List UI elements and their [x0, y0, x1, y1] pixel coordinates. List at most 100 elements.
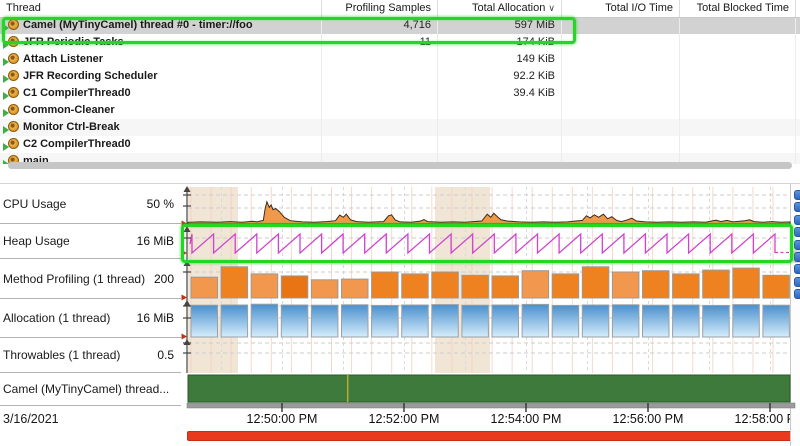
- table-cell: [322, 136, 438, 153]
- table-cell: [438, 119, 562, 136]
- thread-name: JFR Periodic Tasks: [23, 34, 124, 51]
- table-cell: [438, 102, 562, 119]
- method-profiling-bar: [643, 271, 670, 298]
- timeline-row-cpu-usage[interactable]: CPU Usage 50 %: [0, 184, 181, 224]
- table-cell: Monitor Ctrl-Break: [0, 119, 322, 136]
- method-profiling-bar: [311, 280, 338, 298]
- table-cell: Common-Cleaner: [0, 102, 322, 119]
- allocation-bar: [643, 305, 670, 337]
- timeline-row-method-profiling[interactable]: Method Profiling (1 thread) 200: [0, 259, 181, 299]
- table-cell: [562, 17, 680, 34]
- method-profiling-bar: [281, 276, 308, 298]
- table-cell: 149 KiB: [438, 51, 562, 68]
- table-cell: [322, 68, 438, 85]
- table-cell: [562, 68, 680, 85]
- table-cell: [680, 68, 796, 85]
- column-header-thread[interactable]: Thread: [0, 0, 322, 17]
- table-cell: [562, 119, 680, 136]
- column-header-total-allocation[interactable]: Total Allocation ∨: [438, 0, 562, 17]
- table-row[interactable]: Camel (MyTinyCamel) thread #0 - timer://…: [0, 17, 800, 34]
- table-cell: [562, 102, 680, 119]
- allocation-bar: [191, 305, 218, 337]
- profiler-window: Thread Profiling Samples Total Allocatio…: [0, 0, 800, 446]
- table-cell: 174 KiB: [438, 34, 562, 51]
- baseline-marker-icon: [182, 295, 188, 301]
- thread-name: C1 CompilerThread0: [23, 85, 131, 102]
- table-cell: [438, 136, 562, 153]
- allocation-bar: [673, 305, 700, 337]
- thread-name: Camel (MyTinyCamel) thread #0 - timer://…: [23, 17, 253, 34]
- table-cell: [680, 136, 796, 153]
- method-profiling-bar: [221, 267, 248, 298]
- table-horizontal-scrollbar[interactable]: [8, 162, 792, 169]
- column-header-label: Total Allocation: [472, 2, 545, 14]
- thread-icon: [8, 87, 19, 98]
- thread-name: C2 CompilerThread0: [23, 136, 131, 153]
- method-profiling-bar: [552, 274, 579, 298]
- allocation-bar: [733, 305, 760, 337]
- allocation-bar: [372, 305, 399, 337]
- table-row[interactable]: C2 CompilerThread0: [0, 136, 800, 153]
- thread-name: Monitor Ctrl-Break: [23, 119, 120, 136]
- method-profiling-bar: [733, 268, 760, 298]
- row-label: Camel (MyTinyCamel) thread...: [3, 382, 169, 396]
- method-profiling-bar: [402, 274, 429, 298]
- row-axis-tick-label: 50 %: [147, 197, 174, 211]
- timeline-row-allocation[interactable]: Allocation (1 thread) 16 MiB: [0, 299, 181, 338]
- allocation-bar: [763, 305, 790, 337]
- table-row[interactable]: Common-Cleaner: [0, 102, 800, 119]
- table-cell: C2 CompilerThread0: [0, 136, 322, 153]
- allocation-bar: [612, 305, 639, 337]
- allocation-bar: [311, 305, 338, 337]
- row-label: Method Profiling (1 thread): [3, 272, 145, 286]
- table-row[interactable]: C1 CompilerThread0 39.4 KiB: [0, 85, 800, 102]
- table-row[interactable]: Monitor Ctrl-Break: [0, 119, 800, 136]
- method-profiling-bar: [251, 274, 278, 298]
- method-profiling-bar: [462, 275, 489, 298]
- row-label: Heap Usage: [3, 234, 70, 248]
- row-label: Allocation (1 thread): [3, 311, 110, 325]
- timeline-row-throwables[interactable]: Throwables (1 thread) 0.5: [0, 338, 181, 373]
- allocation-bar: [522, 304, 549, 337]
- timeline-row-heap-usage[interactable]: Heap Usage 16 MiB: [0, 224, 181, 259]
- column-header-profiling-samples[interactable]: Profiling Samples: [322, 0, 438, 17]
- table-cell: [680, 85, 796, 102]
- table-row[interactable]: Attach Listener 149 KiB: [0, 51, 800, 68]
- table-cell: [562, 85, 680, 102]
- method-profiling-bar: [612, 272, 639, 298]
- table-cell: 39.4 KiB: [438, 85, 562, 102]
- thread-icon: [8, 70, 19, 81]
- table-cell: 92.2 KiB: [438, 68, 562, 85]
- method-profiling-bar: [372, 272, 399, 298]
- table-cell: [680, 34, 796, 51]
- allocation-bar: [402, 305, 429, 337]
- timeline-panel: CPU Usage 50 % Heap Usage 16 MiB Method …: [0, 183, 800, 446]
- table-cell: [680, 119, 796, 136]
- table-cell: Attach Listener: [0, 51, 322, 68]
- thread-table: Thread Profiling Samples Total Allocatio…: [0, 0, 800, 172]
- sort-descending-icon: ∨: [548, 3, 555, 13]
- time-axis-bar: [187, 403, 795, 408]
- table-cell: [322, 85, 438, 102]
- thread-name: JFR Recording Scheduler: [23, 68, 157, 85]
- timeline-row-camel-thread[interactable]: Camel (MyTinyCamel) thread...: [0, 373, 181, 406]
- column-header-total-io-time[interactable]: Total I/O Time: [562, 0, 680, 17]
- thread-name: Attach Listener: [23, 51, 103, 68]
- allocation-bar: [432, 305, 459, 337]
- camel-thread-activity-span: [188, 375, 790, 402]
- method-profiling-bar: [763, 275, 790, 298]
- table-row[interactable]: JFR Recording Scheduler 92.2 KiB: [0, 68, 800, 85]
- table-header-row: Thread Profiling Samples Total Allocatio…: [0, 0, 800, 18]
- table-cell: [322, 119, 438, 136]
- baseline-marker-icon: [182, 334, 188, 340]
- allocation-bar: [703, 305, 730, 337]
- table-row[interactable]: JFR Periodic Tasks11174 KiB: [0, 34, 800, 51]
- column-header-total-blocked-time[interactable]: Total Blocked Time: [680, 0, 796, 17]
- method-profiling-bar: [673, 274, 700, 298]
- baseline-marker-icon: [182, 250, 188, 256]
- table-cell: [680, 102, 796, 119]
- thread-icon: [8, 121, 19, 132]
- table-cell: C1 CompilerThread0: [0, 85, 322, 102]
- table-cell: Camel (MyTinyCamel) thread #0 - timer://…: [0, 17, 322, 34]
- method-profiling-bar: [703, 270, 730, 298]
